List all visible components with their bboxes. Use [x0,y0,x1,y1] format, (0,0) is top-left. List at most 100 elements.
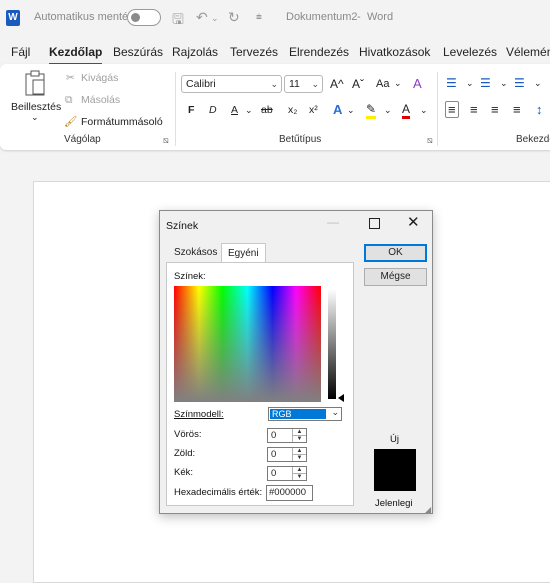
green-label: Zöld: [174,448,196,459]
numbering-icon[interactable]: ☰ [480,76,491,90]
tab-design[interactable]: Tervezés [230,45,278,59]
hex-input[interactable]: #000000 [266,485,313,501]
ribbon-tabs: Fájl Kezdőlap Beszúrás Rajzolás Tervezés… [0,40,550,65]
chevron-down-icon: ⌄ [500,78,508,88]
spin-down-icon[interactable]: ▼ [293,436,306,442]
chevron-down-icon: ⌄ [311,79,319,89]
bold-button[interactable]: F [188,104,194,116]
clipboard-icon [25,70,45,96]
multilevel-list-icon[interactable]: ☰ [514,76,525,90]
clipboard-group-label: Vágólap [64,134,101,145]
ok-button[interactable]: OK [364,244,427,262]
chevron-down-icon: ⌄ [394,78,402,88]
toggle-knob [131,13,140,22]
tab-review[interactable]: Vélemény [506,45,550,59]
align-left-icon[interactable]: ≡ [445,101,459,118]
customize-qat-icon[interactable]: ⩧ [256,12,262,23]
text-effects-icon[interactable]: A [333,102,342,117]
shrink-font-button[interactable]: Aˇ [352,77,364,91]
colors-dialog: Színek — ✕ Szokásos Egyéni Színek: Színm… [159,210,433,514]
tab-mailings[interactable]: Levelezés [443,45,497,59]
colors-label: Színek: [174,271,206,282]
green-stepper[interactable]: 0 ▲ ▼ [267,447,307,462]
red-stepper[interactable]: 0 ▲ ▼ [267,428,307,443]
format-painter-icon: 🖌 [64,116,78,128]
paragraph-group-label: Bekezdés [516,134,550,145]
word-app-icon: W [6,10,20,26]
green-value: 0 [271,449,277,460]
blue-stepper[interactable]: 0 ▲ ▼ [267,466,307,481]
bullets-icon[interactable]: ☰ [446,76,457,90]
highlight-icon[interactable]: ✎ [366,102,377,119]
tab-custom[interactable]: Egyéni [221,243,266,264]
underline-button[interactable]: A [231,104,238,116]
current-color-label: Jelenlegi [375,498,413,509]
luminance-arrow-icon[interactable] [338,394,344,402]
color-preview-swatch [374,449,416,491]
autosave-toggle[interactable] [127,9,161,26]
spin-up-icon[interactable]: ▲ [293,429,306,436]
color-model-select[interactable]: RGB ⌄ [268,407,342,421]
superscript-button[interactable]: x² [309,104,318,116]
line-spacing-icon[interactable]: ↕ [536,102,543,117]
spin-down-icon[interactable]: ▼ [293,455,306,461]
undo-dropdown-icon[interactable]: ⌄ [211,13,219,24]
new-color-label: Új [390,434,399,445]
font-launcher-icon[interactable]: ⧅ [427,135,433,146]
clipboard-launcher-icon[interactable]: ⧅ [163,135,169,146]
subscript-button[interactable]: x₂ [288,104,297,116]
color-model-value: RGB [270,409,326,419]
red-value: 0 [271,430,277,441]
align-center-icon[interactable]: ≡ [470,102,478,117]
blue-value: 0 [271,468,277,479]
color-spectrum[interactable] [174,286,321,422]
maximize-icon[interactable] [369,218,380,229]
app-name: Word [367,11,394,23]
italic-button[interactable]: D [209,104,217,116]
justify-icon[interactable]: ≡ [513,102,521,117]
font-name-value: Calibri [186,78,216,90]
cut-button[interactable]: Kivágás [81,72,118,84]
spin-up-icon[interactable]: ▲ [293,448,306,455]
chevron-down-icon: ⌄ [245,105,253,115]
chevron-down-icon: ⌄ [466,78,474,88]
close-icon[interactable]: ✕ [407,213,420,231]
copy-button[interactable]: Másolás [81,94,120,106]
change-case-button[interactable]: Aa [376,78,389,90]
grow-font-button[interactable]: A^ [330,77,344,91]
strikethrough-button[interactable]: ab [261,104,273,116]
tab-home[interactable]: Kezdőlap [49,45,103,65]
paste-dropdown-icon: ⌄ [31,112,39,122]
tab-file[interactable]: Fájl [11,45,30,59]
chevron-down-icon: ⌄ [270,79,278,89]
font-size-combo[interactable]: 11 ⌄ [284,75,323,93]
font-color-icon[interactable]: A [402,102,411,119]
copy-icon: ⧉ [65,94,73,106]
font-name-combo[interactable]: Calibri ⌄ [181,75,282,93]
chevron-down-icon: ⌄ [331,407,339,417]
save-icon[interactable]: 🖫 [172,9,184,33]
group-divider [175,72,176,146]
tab-draw[interactable]: Rajzolás [172,45,218,59]
font-size-value: 11 [289,78,300,90]
clear-formatting-icon[interactable]: A [413,76,422,91]
blue-label: Kék: [174,467,194,478]
spin-up-icon[interactable]: ▲ [293,467,306,474]
chevron-down-icon: ⌄ [347,105,355,115]
tab-insert[interactable]: Beszúrás [113,45,163,59]
format-painter-button[interactable]: Formátummásoló [81,116,163,128]
tab-standard[interactable]: Szokásos [168,243,223,262]
spin-down-icon[interactable]: ▼ [293,474,306,480]
red-label: Vörös: [174,429,202,440]
redo-icon[interactable]: ↻ [228,9,240,26]
tab-layout[interactable]: Elrendezés [289,45,349,59]
chevron-down-icon: ⌄ [384,105,392,115]
align-right-icon[interactable]: ≡ [491,102,499,117]
tab-references[interactable]: Hivatkozások [359,45,430,59]
cancel-button[interactable]: Mégse [364,268,427,286]
stepper-buttons: ▲ ▼ [292,448,306,461]
hex-label: Hexadecimális érték: [174,487,263,498]
undo-icon[interactable]: ↶ [196,9,208,26]
luminance-slider[interactable] [328,289,336,399]
resize-grip-icon[interactable]: ◢ [425,505,431,514]
